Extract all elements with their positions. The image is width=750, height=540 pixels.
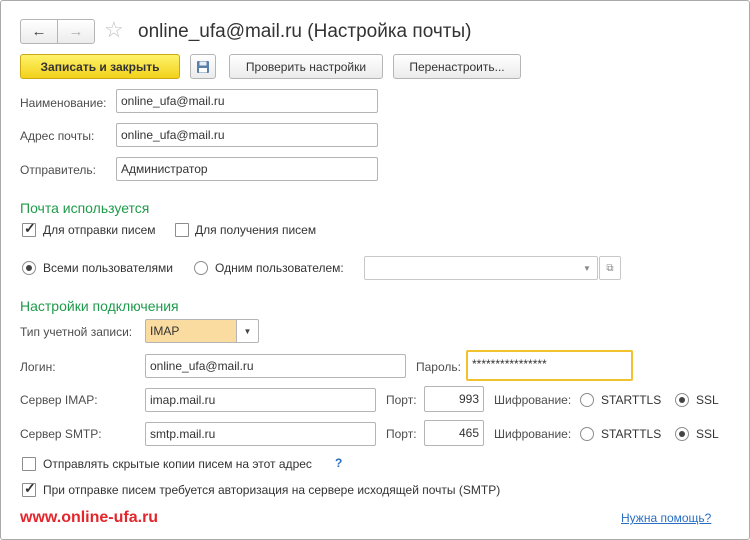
imap-encryption-label: Шифрование: (494, 393, 572, 407)
imap-port-field[interactable]: 993 (424, 386, 484, 412)
smtp-auth-checkbox[interactable]: ✓ (22, 480, 36, 497)
smtp-starttls-radio[interactable] (580, 427, 594, 441)
name-label: Наименование: (20, 96, 107, 110)
all-users-label: Всеми пользователями (43, 261, 173, 275)
radio-dot (26, 265, 32, 271)
address-label: Адрес почты: (20, 129, 95, 143)
usage-section-header: Почта используется (20, 200, 150, 216)
chevron-down-icon: ▼ (243, 326, 252, 336)
account-type-dropdown[interactable]: ▼ (237, 319, 259, 343)
window-title: online_ufa@mail.ru (Настройка почты) (138, 21, 472, 42)
save-and-close-button[interactable]: Записать и закрыть (20, 54, 180, 79)
smtp-auth-label: При отправке писем требуется авторизация… (43, 483, 501, 497)
floppy-disk-icon (197, 60, 209, 73)
smtp-server-field[interactable]: smtp.mail.ru (145, 422, 376, 446)
radio-dot (679, 397, 685, 403)
sender-label: Отправитель: (20, 163, 96, 177)
imap-ssl-label: SSL (696, 393, 719, 407)
one-user-label: Одним пользователем: (215, 261, 344, 275)
password-field[interactable]: **************** (466, 350, 633, 381)
login-label: Логин: (20, 360, 56, 374)
imap-server-label: Сервер IMAP: (20, 393, 98, 407)
receive-checkbox[interactable] (175, 223, 189, 237)
receive-label: Для получения писем (195, 223, 317, 237)
check-settings-button[interactable]: Проверить настройки (229, 54, 383, 79)
open-window-icon: ⧉ (606, 262, 614, 274)
smtp-port-field[interactable]: 465 (424, 420, 484, 446)
login-field[interactable]: online_ufa@mail.ru (145, 354, 406, 378)
arrow-right-icon: → (68, 23, 84, 40)
chevron-down-icon: ▼ (583, 263, 591, 273)
all-users-radio[interactable] (22, 261, 36, 275)
user-open-button[interactable]: ⧉ (599, 256, 621, 280)
smtp-port-label: Порт: (386, 427, 417, 441)
arrow-left-icon: ← (31, 23, 47, 40)
smtp-starttls-label: STARTTLS (601, 427, 662, 441)
smtp-encryption-label: Шифрование: (494, 427, 572, 441)
imap-starttls-label: STARTTLS (601, 393, 662, 407)
checkmark-icon: ✓ (24, 480, 36, 496)
imap-starttls-radio[interactable] (580, 393, 594, 407)
account-type-label: Тип учетной записи: (20, 325, 133, 339)
watermark-text: www.online-ufa.ru (20, 509, 159, 526)
forward-button[interactable]: → (57, 19, 95, 44)
save-button[interactable] (190, 54, 216, 79)
connection-section-header: Настройки подключения (20, 298, 179, 314)
send-checkbox[interactable]: ✓ (22, 220, 36, 237)
send-label: Для отправки писем (43, 223, 156, 237)
one-user-radio[interactable] (194, 261, 208, 275)
account-type-field[interactable]: IMAP (145, 319, 237, 343)
reconfigure-button[interactable]: Перенастроить... (393, 54, 521, 79)
radio-dot (679, 431, 685, 437)
imap-ssl-radio[interactable] (675, 393, 689, 407)
address-field[interactable]: online_ufa@mail.ru (116, 123, 378, 147)
password-label: Пароль: (416, 360, 461, 374)
imap-port-label: Порт: (386, 393, 417, 407)
smtp-ssl-label: SSL (696, 427, 719, 441)
sender-field[interactable]: Администратор (116, 157, 378, 181)
bcc-checkbox[interactable] (22, 457, 36, 471)
name-field[interactable]: online_ufa@mail.ru (116, 89, 378, 113)
star-icon[interactable]: ☆ (104, 17, 124, 43)
user-select[interactable]: ▼ (364, 256, 598, 280)
help-link[interactable]: Нужна помощь? (621, 511, 711, 525)
back-button[interactable]: ← (20, 19, 58, 44)
bcc-label: Отправлять скрытые копии писем на этот а… (43, 457, 312, 471)
imap-server-field[interactable]: imap.mail.ru (145, 388, 376, 412)
smtp-ssl-radio[interactable] (675, 427, 689, 441)
checkmark-icon: ✓ (24, 220, 36, 236)
bcc-help-icon[interactable]: ? (335, 456, 342, 470)
smtp-server-label: Сервер SMTP: (20, 427, 102, 441)
